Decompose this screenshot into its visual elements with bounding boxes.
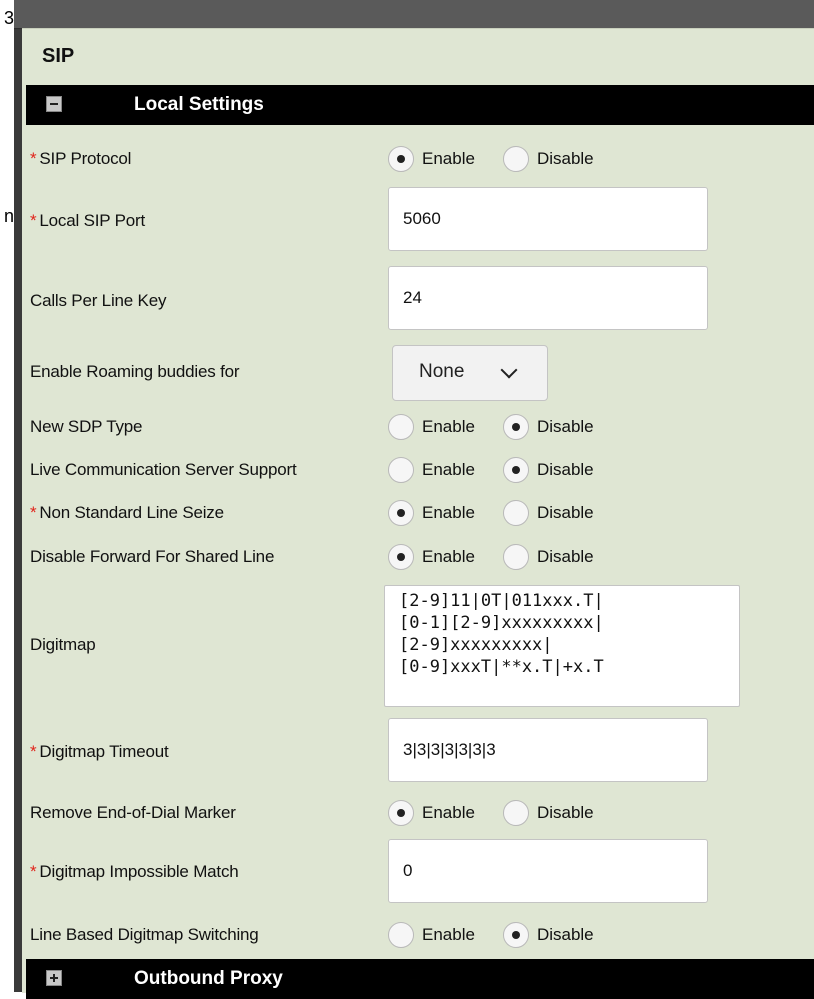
field-label: Remove End-of-Dial Marker bbox=[30, 803, 236, 822]
radio-group-lcs-support: Enable Disable bbox=[388, 457, 622, 483]
required-marker: * bbox=[30, 149, 37, 168]
section-header-outbound-proxy[interactable]: Outbound Proxy bbox=[26, 959, 814, 999]
radio-group-remove-end-of-dial: Enable Disable bbox=[388, 800, 622, 826]
window-frame-edge bbox=[14, 0, 22, 992]
field-row-non-standard-line-seize: * Non Standard Line Seize Enable Disable bbox=[26, 495, 814, 531]
field-label: * SIP Protocol bbox=[30, 149, 132, 168]
calls-per-line-key-input[interactable]: 24 bbox=[388, 266, 708, 330]
field-row-digitmap-impossible: * Digitmap Impossible Match 0 bbox=[26, 837, 814, 907]
radio-option-disable[interactable]: Disable bbox=[502, 146, 594, 172]
section-header-local-settings[interactable]: Local Settings bbox=[26, 85, 814, 125]
radio-button[interactable] bbox=[388, 146, 414, 172]
field-row-new-sdp-type: New SDP Type Enable Disable bbox=[26, 409, 814, 445]
radio-option-disable[interactable]: Disable bbox=[502, 922, 594, 948]
field-label: Digitmap bbox=[30, 635, 96, 654]
field-row-line-based-digitmap: Line Based Digitmap Switching Enable Dis… bbox=[26, 917, 814, 953]
field-label: Line Based Digitmap Switching bbox=[30, 925, 259, 944]
radio-option-enable[interactable]: Enable bbox=[388, 922, 475, 948]
left-window-text-fragment: n bbox=[3, 206, 14, 226]
field-row-sip-protocol: * SIP Protocol Enable Disable bbox=[26, 141, 814, 177]
left-window-text-fragment: 3 bbox=[3, 8, 14, 28]
field-label: * Local SIP Port bbox=[30, 211, 145, 230]
radio-button[interactable] bbox=[502, 414, 529, 440]
local-sip-port-input[interactable]: 5060 bbox=[388, 187, 708, 251]
radio-option-disable[interactable]: Disable bbox=[502, 544, 594, 570]
field-label: New SDP Type bbox=[30, 417, 143, 436]
field-row-remove-end-of-dial: Remove End-of-Dial Marker Enable Disable bbox=[26, 795, 814, 831]
required-marker: * bbox=[30, 503, 37, 522]
radio-option-disable[interactable]: Disable bbox=[502, 500, 594, 526]
radio-button[interactable] bbox=[388, 500, 414, 526]
field-row-roaming-buddies: Enable Roaming buddies for None bbox=[26, 345, 814, 405]
radio-button[interactable] bbox=[388, 544, 414, 570]
radio-option-disable[interactable]: Disable bbox=[502, 414, 594, 440]
required-marker: * bbox=[30, 742, 37, 761]
select-value: None bbox=[419, 361, 465, 382]
radio-group-line-based-digitmap: Enable Disable bbox=[388, 922, 622, 948]
collapse-minus-icon[interactable] bbox=[46, 96, 62, 112]
radio-group-non-standard-line-seize: Enable Disable bbox=[388, 500, 622, 526]
radio-button[interactable] bbox=[502, 800, 529, 826]
field-row-lcs-support: Live Communication Server Support Enable… bbox=[26, 452, 814, 488]
radio-option-disable[interactable]: Disable bbox=[502, 800, 594, 826]
radio-button[interactable] bbox=[502, 146, 529, 172]
section-title: Outbound Proxy bbox=[134, 968, 283, 989]
required-marker: * bbox=[30, 211, 37, 230]
sip-settings-panel: SIP Local Settings * SIP Protocol Enable … bbox=[22, 28, 814, 999]
digitmap-timeout-input[interactable]: 3|3|3|3|3|3|3 bbox=[388, 718, 708, 782]
digitmap-impossible-input[interactable]: 0 bbox=[388, 839, 708, 903]
field-row-disable-forward-shared: Disable Forward For Shared Line Enable D… bbox=[26, 539, 814, 575]
field-label: Disable Forward For Shared Line bbox=[30, 547, 275, 566]
expand-plus-icon[interactable] bbox=[46, 970, 62, 986]
radio-option-enable[interactable]: Enable bbox=[388, 800, 475, 826]
digitmap-textarea[interactable]: [2-9]11|0T|011xxx.T| [0-1][2-9]xxxxxxxxx… bbox=[384, 585, 740, 707]
radio-button[interactable] bbox=[388, 800, 414, 826]
radio-group-new-sdp-type: Enable Disable bbox=[388, 414, 622, 440]
radio-group-sip-protocol: Enable Disable bbox=[388, 146, 622, 172]
field-label: Calls Per Line Key bbox=[30, 291, 167, 310]
radio-option-enable[interactable]: Enable bbox=[388, 544, 475, 570]
chevron-down-icon bbox=[500, 361, 518, 379]
field-row-digitmap-timeout: * Digitmap Timeout 3|3|3|3|3|3|3 bbox=[26, 717, 814, 787]
radio-group-disable-forward-shared: Enable Disable bbox=[388, 544, 622, 570]
radio-button[interactable] bbox=[388, 457, 414, 483]
field-label: Live Communication Server Support bbox=[30, 460, 297, 479]
radio-button[interactable] bbox=[388, 922, 414, 948]
radio-button[interactable] bbox=[502, 500, 529, 526]
radio-option-enable[interactable]: Enable bbox=[388, 500, 475, 526]
field-row-calls-per-line-key: Calls Per Line Key 24 bbox=[26, 265, 814, 335]
field-label: * Digitmap Timeout bbox=[30, 742, 169, 761]
radio-option-enable[interactable]: Enable bbox=[388, 457, 475, 483]
field-label: * Digitmap Impossible Match bbox=[30, 862, 239, 881]
field-row-local-sip-port: * Local SIP Port 5060 bbox=[26, 185, 814, 255]
section-title: Local Settings bbox=[134, 94, 264, 115]
required-marker: * bbox=[30, 862, 37, 881]
radio-button[interactable] bbox=[388, 414, 414, 440]
radio-button[interactable] bbox=[502, 922, 529, 948]
roaming-buddies-select[interactable]: None bbox=[392, 345, 548, 401]
radio-option-enable[interactable]: Enable bbox=[388, 414, 475, 440]
field-row-digitmap: Digitmap [2-9]11|0T|011xxx.T| [0-1][2-9]… bbox=[26, 583, 814, 709]
radio-button[interactable] bbox=[502, 544, 529, 570]
radio-option-disable[interactable]: Disable bbox=[502, 457, 594, 483]
field-label: Enable Roaming buddies for bbox=[30, 362, 240, 381]
radio-button[interactable] bbox=[502, 457, 529, 483]
panel-title: SIP bbox=[42, 45, 75, 67]
field-label: * Non Standard Line Seize bbox=[30, 503, 224, 522]
window-top-bar bbox=[14, 0, 814, 29]
radio-option-enable[interactable]: Enable bbox=[388, 146, 475, 172]
